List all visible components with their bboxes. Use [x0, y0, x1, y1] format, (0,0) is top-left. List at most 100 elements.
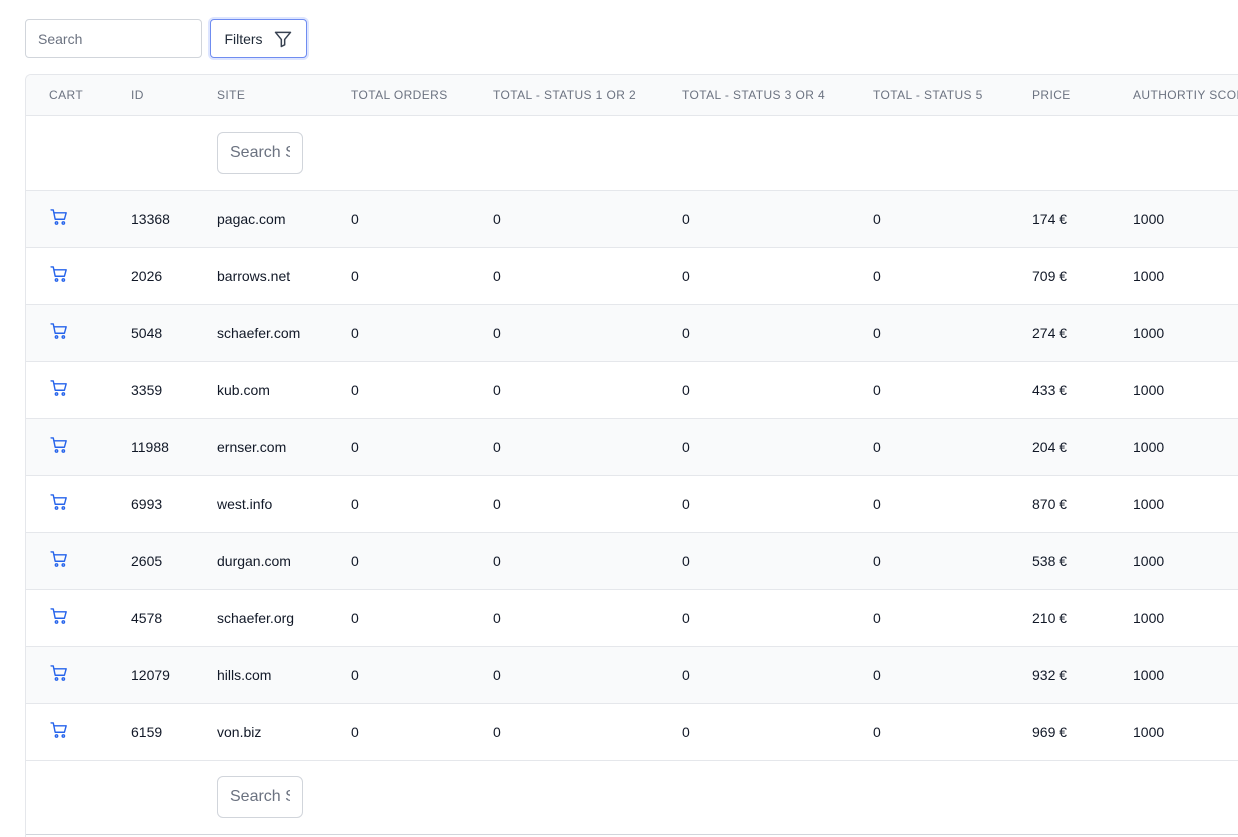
row-site: durgan.com: [217, 532, 351, 590]
row-site: schaefer.org: [217, 589, 351, 647]
cart-icon[interactable]: [49, 492, 69, 512]
search-input[interactable]: [25, 19, 202, 58]
row-id: 4578: [131, 589, 217, 647]
row-id: 6993: [131, 475, 217, 533]
row-authority-score: 1000: [1133, 304, 1238, 362]
cart-icon[interactable]: [49, 663, 69, 683]
cart-icon[interactable]: [49, 549, 69, 569]
table-row: 6159 von.biz 0 0 0 0 969 €1000: [26, 703, 1238, 761]
row-status-3-4: 0: [682, 247, 873, 305]
row-status-3-4: 0: [682, 475, 873, 533]
row-authority-score: 1000: [1133, 475, 1238, 533]
cart-icon[interactable]: [49, 207, 69, 227]
row-status-3-4: 0: [682, 589, 873, 647]
row-total-orders: 0: [351, 703, 493, 761]
column-header-authority-score[interactable]: Authortiy Score: [1133, 75, 1238, 116]
row-total-orders: 0: [351, 646, 493, 704]
cart-icon[interactable]: [49, 321, 69, 341]
row-price: 538 €: [1032, 532, 1133, 590]
row-status-1-2: 0: [493, 190, 682, 248]
row-status-3-4: 0: [682, 703, 873, 761]
row-status-1-2: 0: [493, 589, 682, 647]
filter-row: [26, 115, 1238, 191]
table-header-row: Cart ID Site Total Orders Total - Status…: [26, 75, 1238, 116]
row-status-3-4: 0: [682, 418, 873, 476]
row-total-orders: 0: [351, 418, 493, 476]
row-authority-score: 1000: [1133, 418, 1238, 476]
column-header-total-orders[interactable]: Total Orders: [351, 75, 493, 116]
sites-table: Cart ID Site Total Orders Total - Status…: [25, 74, 1238, 837]
row-authority-score: 1000: [1133, 190, 1238, 248]
row-status-1-2: 0: [493, 304, 682, 362]
table-row: 2026 barrows.net 0 0 0 0 709 €1000: [26, 247, 1238, 305]
row-id: 13368: [131, 190, 217, 248]
row-status-1-2: 0: [493, 247, 682, 305]
row-status-5: 0: [873, 646, 1032, 704]
row-site: ernser.com: [217, 418, 351, 476]
table-row: 6993 west.info 0 0 0 0 870 €1000: [26, 475, 1238, 533]
column-header-status-1-2[interactable]: Total - Status 1 or 2: [493, 75, 682, 116]
row-total-orders: 0: [351, 361, 493, 419]
toolbar: Filters: [25, 19, 307, 58]
row-price: 210 €: [1032, 589, 1133, 647]
row-status-1-2: 0: [493, 475, 682, 533]
row-status-5: 0: [873, 589, 1032, 647]
row-status-3-4: 0: [682, 532, 873, 590]
row-status-5: 0: [873, 304, 1032, 362]
row-total-orders: 0: [351, 247, 493, 305]
table-row: 3359 kub.com 0 0 0 0 433 €1000: [26, 361, 1238, 419]
row-status-5: 0: [873, 361, 1032, 419]
row-site: schaefer.com: [217, 304, 351, 362]
column-header-status-3-4[interactable]: Total - Status 3 or 4: [682, 75, 873, 116]
column-header-cart[interactable]: Cart: [26, 75, 131, 116]
cart-icon[interactable]: [49, 264, 69, 284]
row-price: 709 €: [1032, 247, 1133, 305]
row-authority-score: 1000: [1133, 532, 1238, 590]
row-id: 11988: [131, 418, 217, 476]
row-authority-score: 1000: [1133, 247, 1238, 305]
column-header-id[interactable]: ID: [131, 75, 217, 116]
filters-button[interactable]: Filters: [210, 19, 307, 58]
footer-site-search-input[interactable]: [217, 776, 303, 818]
row-total-orders: 0: [351, 589, 493, 647]
cart-icon[interactable]: [49, 435, 69, 455]
row-id: 5048: [131, 304, 217, 362]
column-header-site[interactable]: Site: [217, 75, 351, 116]
row-status-5: 0: [873, 418, 1032, 476]
row-price: 433 €: [1032, 361, 1133, 419]
row-status-1-2: 0: [493, 532, 682, 590]
table-row: 13368 pagac.com 0 0 0 0 174 €1000: [26, 190, 1238, 248]
cart-icon[interactable]: [49, 378, 69, 398]
table-row: 2605 durgan.com 0 0 0 0 538 €1000: [26, 532, 1238, 590]
footer-filter-row: [26, 760, 1238, 835]
row-status-5: 0: [873, 190, 1032, 248]
row-total-orders: 0: [351, 304, 493, 362]
cart-icon[interactable]: [49, 606, 69, 626]
site-search-input[interactable]: [217, 131, 303, 174]
row-id: 6159: [131, 703, 217, 761]
column-header-price[interactable]: Price: [1032, 75, 1133, 116]
row-total-orders: 0: [351, 532, 493, 590]
row-authority-score: 1000: [1133, 589, 1238, 647]
row-id: 2605: [131, 532, 217, 590]
row-status-3-4: 0: [682, 646, 873, 704]
row-site: kub.com: [217, 361, 351, 419]
row-status-3-4: 0: [682, 304, 873, 362]
row-authority-score: 1000: [1133, 361, 1238, 419]
row-site: barrows.net: [217, 247, 351, 305]
table-row: 4578 schaefer.org 0 0 0 0 210 €1000: [26, 589, 1238, 647]
row-status-1-2: 0: [493, 646, 682, 704]
table-row: 12079 hills.com 0 0 0 0 932 €1000: [26, 646, 1238, 704]
column-header-status-5[interactable]: Total - Status 5: [873, 75, 1032, 116]
row-site: west.info: [217, 475, 351, 533]
row-status-5: 0: [873, 703, 1032, 761]
row-price: 969 €: [1032, 703, 1133, 761]
row-total-orders: 0: [351, 475, 493, 533]
row-status-1-2: 0: [493, 703, 682, 761]
cart-icon[interactable]: [49, 720, 69, 740]
row-price: 274 €: [1032, 304, 1133, 362]
row-status-1-2: 0: [493, 361, 682, 419]
row-price: 932 €: [1032, 646, 1133, 704]
row-site: hills.com: [217, 646, 351, 704]
row-status-5: 0: [873, 532, 1032, 590]
